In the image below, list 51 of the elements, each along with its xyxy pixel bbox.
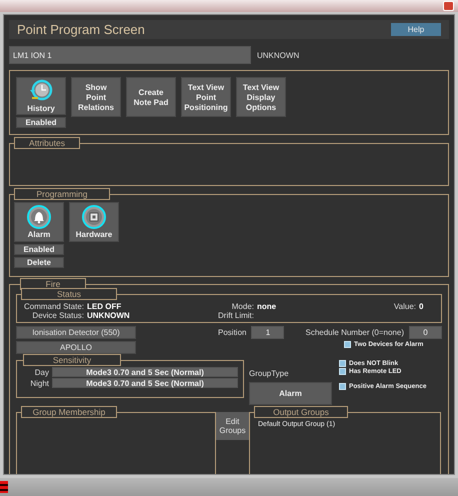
app-icon[interactable] bbox=[0, 481, 8, 493]
field-label: Mode: bbox=[230, 302, 255, 311]
manufacturer-button[interactable]: APOLLO bbox=[16, 341, 136, 354]
point-status: UNKNOWN bbox=[257, 50, 300, 60]
action-button[interactable]: Delete bbox=[14, 257, 64, 268]
name-field[interactable]: LM1 ION 1 bbox=[9, 46, 251, 64]
toolbar-button[interactable]: Text View Display Options bbox=[236, 77, 286, 117]
checkbox[interactable] bbox=[344, 341, 351, 348]
action-button[interactable]: Enabled bbox=[14, 244, 64, 255]
group-type-button[interactable]: Alarm bbox=[249, 382, 332, 405]
clock-icon bbox=[28, 79, 54, 103]
bell-icon bbox=[27, 205, 51, 229]
checkbox[interactable] bbox=[339, 383, 346, 390]
checkbox[interactable] bbox=[339, 368, 346, 375]
program-button[interactable]: Alarm bbox=[14, 202, 64, 242]
window-title: Point Program Screen bbox=[17, 22, 145, 37]
section-legend: Programming bbox=[14, 188, 110, 200]
sensitivity-label: Day bbox=[34, 368, 49, 376]
field-label: Drift Limit: bbox=[217, 311, 255, 320]
field-label: Value: bbox=[392, 302, 417, 311]
field-label: Device Status: bbox=[31, 311, 85, 320]
toolbar-button[interactable]: Text View Point Positioning bbox=[181, 77, 231, 117]
field-value: 0 bbox=[419, 302, 424, 311]
schedule-label: Schedule Number (0=none) bbox=[305, 327, 404, 339]
sensitivity-field[interactable]: Mode3 0.70 and 5 Sec (Normal) bbox=[52, 378, 238, 388]
sensitivity-label: Night bbox=[29, 378, 49, 388]
close-icon[interactable] bbox=[443, 1, 454, 11]
section-legend: Group Membership bbox=[21, 406, 117, 418]
field-value: LED OFF bbox=[87, 302, 122, 311]
field-value: none bbox=[257, 302, 278, 311]
section-legend: Attributes bbox=[14, 137, 80, 149]
sensitivity-field[interactable]: Mode3 0.70 and 5 Sec (Normal) bbox=[52, 367, 238, 377]
help-button[interactable]: Help bbox=[391, 23, 441, 36]
detector-button[interactable]: Ionisation Detector (550) bbox=[16, 326, 136, 339]
toolbar-button[interactable]: Create Note Pad bbox=[126, 77, 176, 117]
position-field[interactable]: 1 bbox=[251, 326, 284, 339]
toolbar-button[interactable]: Show Point Relations bbox=[71, 77, 121, 117]
history-button[interactable]: History bbox=[16, 77, 66, 115]
program-button[interactable]: Hardware bbox=[69, 202, 119, 242]
field-label: Command State: bbox=[22, 302, 85, 311]
enabled-button[interactable]: Enabled bbox=[16, 117, 66, 128]
section-legend: Output Groups bbox=[254, 406, 348, 418]
field-value: UNKNOWN bbox=[87, 311, 131, 320]
group-type-label: GroupType bbox=[249, 368, 290, 380]
chip-icon bbox=[82, 205, 106, 229]
edit-groups-button[interactable]: Edit Groups bbox=[216, 412, 249, 440]
position-label: Position bbox=[218, 327, 246, 339]
schedule-field[interactable]: 0 bbox=[409, 326, 442, 339]
section-legend: Sensitivity bbox=[23, 354, 121, 366]
section-legend: Status bbox=[21, 288, 117, 300]
checkbox[interactable] bbox=[339, 360, 346, 367]
